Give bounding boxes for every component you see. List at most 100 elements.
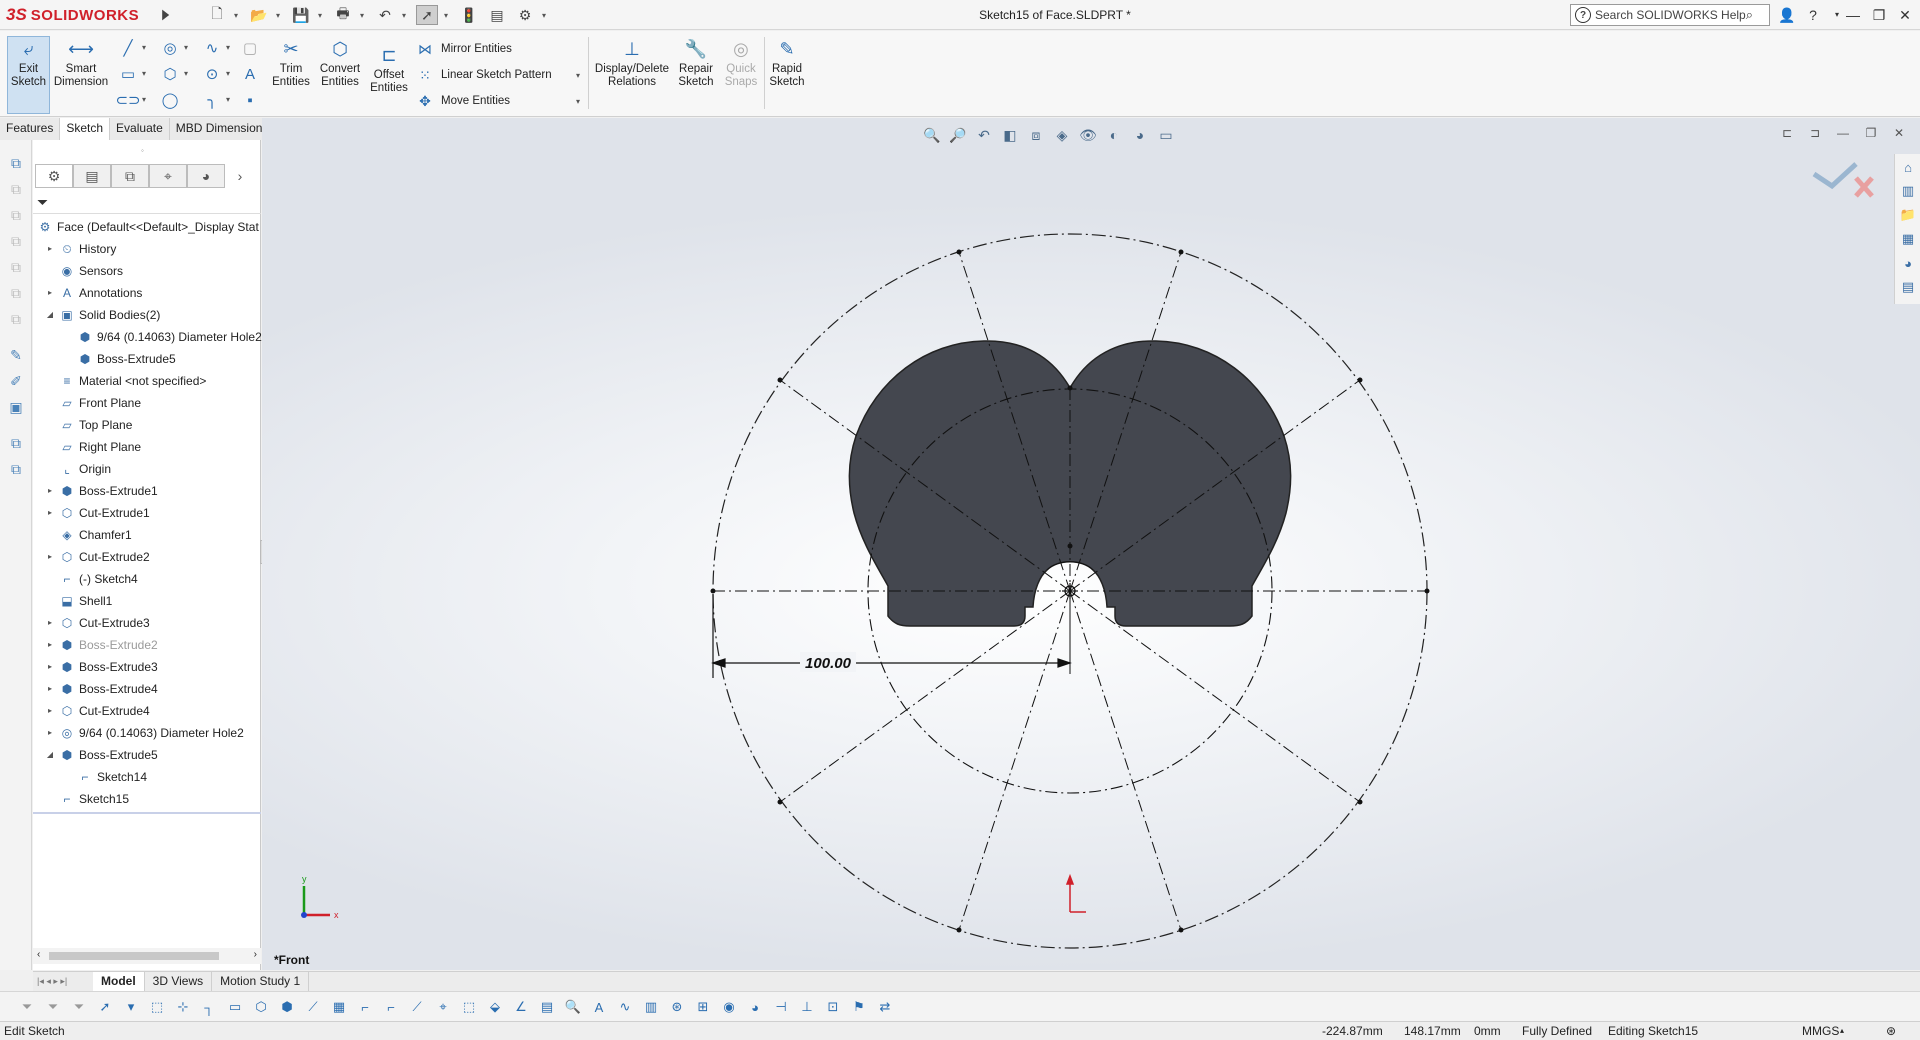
- tree-item[interactable]: ▱ Front Plane: [33, 392, 261, 414]
- tree-item[interactable]: ⬓ Shell1: [33, 590, 261, 612]
- zoom-to-fit-icon[interactable]: 🔍: [922, 125, 942, 145]
- tab-evaluate[interactable]: Evaluate: [110, 118, 170, 140]
- select-dropdown-icon[interactable]: ▾: [444, 11, 452, 20]
- select-dropdown-icon[interactable]: ▾: [122, 998, 140, 1016]
- edit-appearance-icon[interactable]: ◐: [1104, 125, 1124, 145]
- move-dropdown-icon[interactable]: ▾: [576, 97, 580, 106]
- vertical-icon[interactable]: ⊥: [798, 998, 816, 1016]
- line-icon[interactable]: ┐: [200, 998, 218, 1016]
- rebuild-status-icon[interactable]: ⊛: [1886, 1024, 1896, 1038]
- text-icon[interactable]: A: [590, 998, 608, 1016]
- undo-icon[interactable]: ↶: [374, 5, 396, 25]
- panel-grip-icon[interactable]: ◦: [141, 146, 144, 155]
- tree-item[interactable]: ▸ ⬡ Cut-Extrude3: [33, 612, 261, 634]
- chevron-right-icon[interactable]: ›: [225, 168, 255, 184]
- copy-tool-icon[interactable]: ⧉: [7, 434, 25, 452]
- tree-item[interactable]: ▸ ⬡ Cut-Extrude1: [33, 502, 261, 524]
- collapse-arrow-icon[interactable]: ◢: [45, 304, 55, 326]
- units-dropdown-icon[interactable]: ▴: [1840, 1026, 1844, 1035]
- select-other-icon[interactable]: ⬚: [148, 998, 166, 1016]
- tree-item[interactable]: ▸ ⬡ Cut-Extrude4: [33, 700, 261, 722]
- tool-disabled-icon[interactable]: ⧉: [7, 206, 25, 224]
- line-dropdown-icon[interactable]: ▾: [142, 43, 146, 52]
- search-icon[interactable]: ⌕: [1746, 7, 1753, 23]
- block-icon[interactable]: ⊡: [824, 998, 842, 1016]
- expand-arrow-icon[interactable]: ▸: [45, 634, 55, 656]
- tree-item[interactable]: ▸ ◎ 9/64 (0.14063) Diameter Hole2: [33, 722, 261, 744]
- wave-icon[interactable]: ∿: [616, 998, 634, 1016]
- home-icon[interactable]: ⌂: [1899, 158, 1917, 176]
- mirror-entities-button[interactable]: ⋈ Mirror Entities: [415, 39, 512, 59]
- expand-arrow-icon[interactable]: ▸: [45, 546, 55, 568]
- tree-item[interactable]: ▸ ⬢ Boss-Extrude1: [33, 480, 261, 502]
- feature-filter[interactable]: ⏷: [33, 192, 261, 214]
- scroll-right-icon[interactable]: ›: [254, 949, 257, 960]
- select-arrow-icon[interactable]: ➚: [96, 998, 114, 1016]
- tree-item[interactable]: ⬢ Boss-Extrude5: [33, 348, 261, 370]
- expand-arrow-icon[interactable]: ▸: [45, 656, 55, 678]
- rectangle-dropdown-icon[interactable]: ▾: [142, 69, 146, 78]
- tree-item[interactable]: ▸ ⏲ History: [33, 238, 261, 260]
- zoom-icon[interactable]: 🔍: [564, 998, 582, 1016]
- viewport-restore-icon[interactable]: ❐: [1862, 124, 1880, 142]
- expand-arrow-icon[interactable]: ▸: [45, 238, 55, 260]
- trim-entities-button[interactable]: ✂ Trim Entities: [270, 35, 312, 89]
- apply-scene-icon[interactable]: ◕: [1130, 125, 1150, 145]
- polygon-icon[interactable]: ⬡: [160, 65, 180, 83]
- tool-disabled-icon[interactable]: ⧉: [7, 284, 25, 302]
- circle-icon[interactable]: ◎: [160, 39, 180, 57]
- circle-target-icon[interactable]: ⌖: [434, 998, 452, 1016]
- tab-features[interactable]: Features: [0, 118, 61, 140]
- curve-icon[interactable]: ⌐: [356, 998, 374, 1016]
- plane-icon[interactable]: ▦: [330, 998, 348, 1016]
- filter-toolbar-icon[interactable]: ⏷: [18, 998, 36, 1016]
- cube-icon[interactable]: ⬢: [278, 998, 296, 1016]
- new-dropdown-icon[interactable]: ▾: [234, 11, 242, 20]
- expand-arrow-icon[interactable]: ▸: [45, 678, 55, 700]
- text-icon[interactable]: A: [240, 65, 260, 83]
- file-explorer-icon[interactable]: 📁: [1899, 206, 1917, 224]
- frame-icon[interactable]: ⬚: [460, 998, 478, 1016]
- quick-snaps-button[interactable]: ◎ Quick Snaps: [722, 35, 760, 89]
- linear-sketch-pattern-button[interactable]: ⁙ Linear Sketch Pattern: [415, 65, 551, 85]
- tab-mbd-dimensions[interactable]: MBD Dimensions: [169, 118, 276, 140]
- minimize-icon[interactable]: —: [1840, 4, 1866, 26]
- fillet-icon[interactable]: ╮: [202, 91, 222, 109]
- tree-item[interactable]: ⌞ Origin: [33, 458, 261, 480]
- polygon-dropdown-icon[interactable]: ▾: [184, 69, 188, 78]
- options-dropdown-icon[interactable]: ▾: [542, 11, 550, 20]
- move-entities-button[interactable]: ✥ Move Entities: [415, 91, 510, 111]
- spline-dropdown-icon[interactable]: ▾: [226, 43, 230, 52]
- edge-icon[interactable]: ⬙: [486, 998, 504, 1016]
- display-tool-icon[interactable]: ▣: [7, 398, 25, 416]
- display-manager-tab-icon[interactable]: ◕: [187, 164, 225, 188]
- save-icon[interactable]: 💾: [290, 5, 312, 25]
- select-icon[interactable]: ➚: [416, 5, 438, 25]
- tree-item[interactable]: ◉ Sensors: [33, 260, 261, 282]
- feature-tree-tab-icon[interactable]: ⚙: [35, 164, 73, 188]
- slot-dropdown-icon[interactable]: ▾: [142, 95, 146, 104]
- tree-item[interactable]: ◈ Chamfer1: [33, 524, 261, 546]
- horizontal-scrollbar[interactable]: ‹ ›: [33, 948, 261, 964]
- convert-entities-button[interactable]: ⬡ Convert Entities: [316, 35, 364, 89]
- hide-show-items-icon[interactable]: 👁: [1078, 125, 1098, 145]
- display-delete-relations-button[interactable]: ⊥ Display/Delete Relations: [592, 35, 672, 89]
- viewport-collapse-icon[interactable]: ⊏: [1778, 124, 1796, 142]
- user-account-icon[interactable]: 👤: [1774, 4, 1800, 26]
- cylinder-icon[interactable]: ⊛: [668, 998, 686, 1016]
- print-icon[interactable]: 🖶: [332, 5, 354, 25]
- tool-disabled-icon[interactable]: ⧉: [7, 180, 25, 198]
- tree-item[interactable]: ▸ ⬢ Boss-Extrude3: [33, 656, 261, 678]
- menu-expand-arrow-icon[interactable]: [162, 9, 170, 21]
- viewport-close-icon[interactable]: ✕: [1890, 124, 1908, 142]
- expand-arrow-icon[interactable]: ▸: [45, 612, 55, 634]
- expand-arrow-icon[interactable]: ▸: [45, 700, 55, 722]
- bottom-tab-model[interactable]: Model: [93, 972, 145, 991]
- graphics-area[interactable]: 100.00 y x 🔍 🔎 ↶ ◧ ⧈ ◈ 👁 ◐ ◕ ▭ ⊏ ⊐ — ❐ ✕: [262, 118, 1920, 970]
- tree-item[interactable]: ◢ ▣ Solid Bodies(2): [33, 304, 261, 326]
- section-view-icon[interactable]: ◧: [1000, 125, 1020, 145]
- paste-tool-icon[interactable]: ⧉: [7, 460, 25, 478]
- tree-item[interactable]: ◢ ⬢ Boss-Extrude5: [33, 744, 261, 766]
- point-icon[interactable]: ▪: [240, 91, 260, 109]
- configuration-manager-tab-icon[interactable]: ⧉: [111, 164, 149, 188]
